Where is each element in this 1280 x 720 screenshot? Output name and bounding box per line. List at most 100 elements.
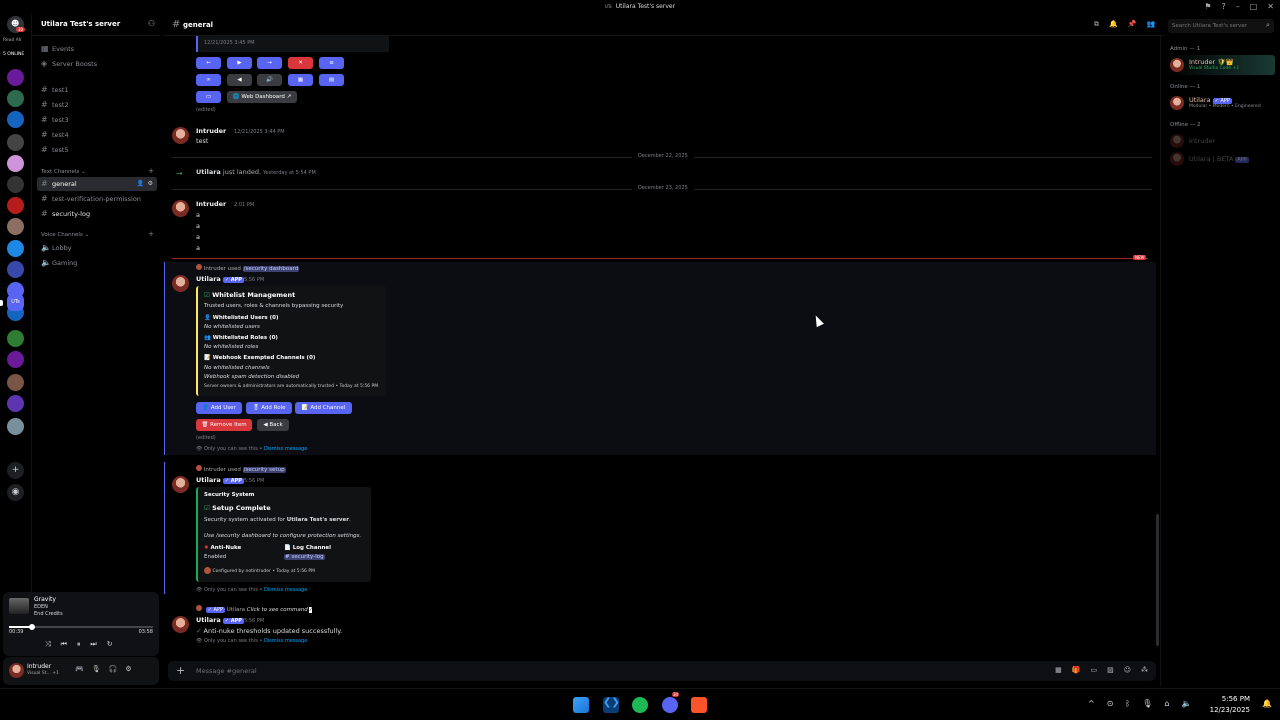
calendar-icon[interactable]: ▦ <box>1055 666 1062 674</box>
steam-icon[interactable]: ⊙ <box>1107 699 1114 708</box>
loop-button[interactable]: ∞ <box>196 74 221 86</box>
avatar[interactable] <box>1170 134 1184 148</box>
bluetooth-icon[interactable]: ᛒ <box>1125 699 1130 708</box>
channel-test5[interactable]: # test5 <box>37 143 157 157</box>
next-icon[interactable]: ⏭ <box>90 640 96 649</box>
bell-icon[interactable]: 🔔 <box>1109 20 1118 29</box>
back-button[interactable]: ◀ Back <box>257 419 289 431</box>
volume-icon[interactable]: 🔈 <box>1181 699 1191 708</box>
user-settings-icon[interactable]: ⚙ <box>125 665 131 673</box>
repeat-icon[interactable]: ↻ <box>107 640 113 649</box>
message-input[interactable]: Message #general <box>196 667 257 675</box>
add-voice-channel-icon[interactable]: + <box>148 230 154 238</box>
server-icon[interactable] <box>7 374 24 391</box>
settings-icon[interactable]: ⚙ <box>148 177 153 191</box>
add-role-button[interactable]: 🎖 Add Role <box>246 402 292 414</box>
channel-test1[interactable]: # test1 <box>37 83 157 97</box>
channel-mention[interactable]: # security-log <box>284 554 325 560</box>
invite-icon[interactable]: ⚇ <box>148 19 155 28</box>
channel-general[interactable]: # general ⚙ 👤 <box>37 177 157 191</box>
headphones-icon[interactable]: 🎧 <box>109 665 118 673</box>
start-icon[interactable] <box>573 697 589 713</box>
server-icon[interactable] <box>7 197 24 214</box>
channel-security-log[interactable]: # security-log <box>37 207 157 221</box>
threads-icon[interactable]: ⧉ <box>1094 20 1099 29</box>
avatar[interactable] <box>1170 152 1184 166</box>
channel-test3[interactable]: # test3 <box>37 113 157 127</box>
server-icon[interactable] <box>7 218 24 235</box>
reply-context[interactable]: ✓ APP Utilara Click to see command ⁄ <box>196 605 313 613</box>
server-icon[interactable] <box>7 111 24 128</box>
server-icon[interactable] <box>7 90 24 107</box>
member-name[interactable]: Utilara ✓ APP <box>1189 96 1232 104</box>
read-all-button[interactable]: Read All <box>3 38 21 43</box>
microphone-icon[interactable]: 🎙 <box>92 665 101 673</box>
apps-icon[interactable]: ⁂ <box>1141 666 1148 674</box>
server-icon-active[interactable]: UTs <box>7 294 24 311</box>
message-author[interactable]: Intruder <box>196 200 226 208</box>
sticker-icon[interactable]: ▨ <box>1107 666 1114 674</box>
server-icon[interactable] <box>7 176 24 193</box>
list-button[interactable]: ▤ <box>319 74 344 86</box>
web-dashboard-button[interactable]: 🌐 Web Dashboard ↗ <box>227 91 297 103</box>
search-input[interactable]: Search Utilara Test's server <box>1168 19 1274 33</box>
scrollbar[interactable] <box>1156 514 1159 646</box>
message-author[interactable]: Utilara ✓ APP <box>196 616 244 624</box>
avatar[interactable] <box>172 127 189 144</box>
pin-icon[interactable]: 📌 <box>1128 20 1137 29</box>
member-name[interactable]: Intruder <box>1189 137 1215 145</box>
server-icon[interactable] <box>7 418 24 435</box>
minimize-button[interactable]: – <box>1236 2 1240 11</box>
mic-icon[interactable]: 🎙 <box>1142 699 1152 708</box>
category-voice-channels[interactable]: Voice Channels ⌄ <box>41 232 89 238</box>
member-name[interactable]: Utilara | BETA APP <box>1189 155 1249 163</box>
grid-button[interactable]: ▦ <box>288 74 313 86</box>
brave-icon[interactable] <box>691 697 707 713</box>
pause-icon[interactable]: ⏸ <box>77 640 81 649</box>
sidebar-item-server-boosts[interactable]: ◈ Server Boosts <box>37 57 157 71</box>
dismiss-message-link[interactable]: Dismiss message <box>264 638 307 644</box>
remove-item-button[interactable]: 🗑 Remove Item <box>196 419 252 431</box>
clock[interactable]: 5:56 PM 12/23/2025 <box>1210 694 1250 716</box>
notification-icon[interactable]: 🔔 <box>1262 699 1272 708</box>
help-icon[interactable]: ? <box>1221 2 1225 11</box>
message-author[interactable]: Intruder <box>196 127 226 135</box>
channel-test4[interactable]: # test4 <box>37 128 157 142</box>
wifi-icon[interactable]: ⌂ <box>1164 699 1169 708</box>
channel-test-verification-permission[interactable]: # test-verification-permission <box>37 192 157 206</box>
avatar[interactable] <box>1170 96 1184 110</box>
avatar[interactable] <box>9 663 24 678</box>
server-icon[interactable] <box>7 261 24 278</box>
server-icon[interactable] <box>7 395 24 412</box>
previous-icon[interactable]: ⏮ <box>61 640 67 649</box>
reply-context[interactable]: Intruder used /security setup <box>196 465 286 473</box>
emoji-icon[interactable]: ☺ <box>1124 666 1131 674</box>
next-button[interactable]: → <box>257 57 282 69</box>
sidebar-item-events[interactable]: ▦ Events <box>37 42 157 56</box>
gamepad-icon[interactable]: 🎮 <box>75 665 84 673</box>
server-icon[interactable] <box>7 330 24 347</box>
volume-up-button[interactable]: 🔊 <box>257 74 282 86</box>
stop-button[interactable]: ✕ <box>288 57 313 69</box>
add-server-icon[interactable]: + <box>7 462 24 479</box>
avatar[interactable] <box>172 200 189 217</box>
avatar[interactable] <box>172 476 189 493</box>
add-channel-button[interactable]: 📝 Add Channel <box>295 402 352 414</box>
queue-button[interactable]: ≡ <box>319 57 344 69</box>
avatar[interactable] <box>172 275 189 292</box>
tray-chevron-icon[interactable]: ^ <box>1088 699 1095 708</box>
inbox-icon[interactable]: ⚑ <box>1204 2 1211 11</box>
progress-bar[interactable] <box>9 624 153 630</box>
gift-icon[interactable]: 🎁 <box>1072 666 1081 674</box>
spotify-icon[interactable] <box>632 697 648 713</box>
discord-icon[interactable] <box>662 697 678 713</box>
server-icon[interactable] <box>7 69 24 86</box>
attach-plus-icon[interactable]: + <box>176 664 185 677</box>
server-icon[interactable] <box>7 240 24 257</box>
server-icon[interactable] <box>7 155 24 172</box>
gif-icon[interactable]: ▭ <box>1090 666 1097 674</box>
add-user-button[interactable]: 👤 Add User <box>196 402 242 414</box>
reply-context[interactable]: Intruder used /security dashboard <box>196 264 300 272</box>
avatar[interactable] <box>172 616 189 633</box>
add-channel-icon[interactable]: + <box>148 167 154 175</box>
